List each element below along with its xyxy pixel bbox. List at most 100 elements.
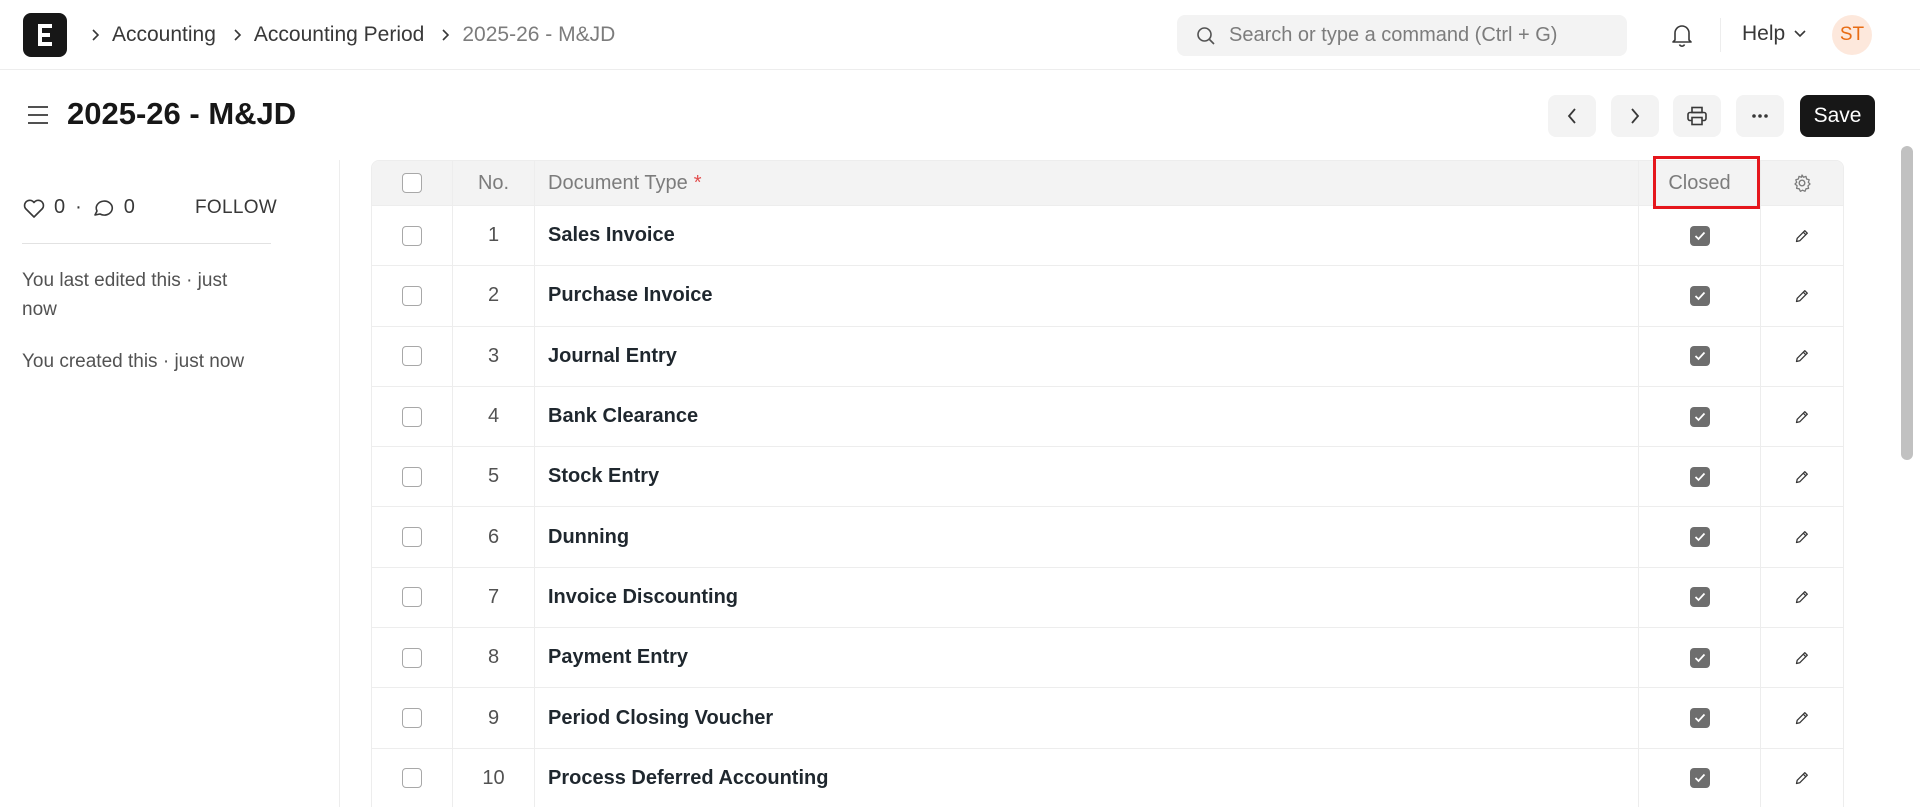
closed-checkbox[interactable] bbox=[1689, 406, 1710, 427]
closed-checkbox[interactable] bbox=[1689, 768, 1710, 789]
follow-button[interactable]: FOLLOW bbox=[195, 197, 277, 219]
scrollbar-thumb[interactable] bbox=[1901, 146, 1913, 460]
closed-checkbox[interactable] bbox=[1689, 466, 1710, 487]
more-actions-button[interactable] bbox=[1736, 95, 1784, 137]
heart-icon bbox=[23, 199, 45, 218]
edit-row-button[interactable] bbox=[1761, 266, 1843, 325]
search-input[interactable] bbox=[1229, 24, 1609, 47]
app-logo[interactable] bbox=[23, 13, 67, 57]
edit-row-button[interactable] bbox=[1761, 327, 1843, 386]
save-button[interactable]: Save bbox=[1800, 95, 1875, 137]
closed-cell bbox=[1639, 507, 1761, 567]
closed-checkbox[interactable] bbox=[1689, 285, 1710, 306]
document-type-cell[interactable]: Process Deferred Accounting bbox=[535, 748, 1639, 807]
edit-row-button[interactable] bbox=[1761, 749, 1843, 807]
sidebar-stats: 0 · 0 bbox=[22, 196, 135, 219]
search-bar[interactable] bbox=[1177, 15, 1627, 56]
closed-cell bbox=[1639, 447, 1761, 507]
help-label: Help bbox=[1742, 22, 1786, 45]
document-type-cell[interactable]: Stock Entry bbox=[535, 447, 1639, 507]
document-type-cell[interactable]: Period Closing Voucher bbox=[535, 688, 1639, 748]
closed-checkbox[interactable] bbox=[1689, 527, 1710, 548]
next-document-button[interactable] bbox=[1611, 95, 1659, 137]
closed-checkbox[interactable] bbox=[1689, 587, 1710, 608]
edit-row-button[interactable] bbox=[1761, 568, 1843, 627]
row-number: 7 bbox=[453, 567, 535, 628]
row-checkbox[interactable] bbox=[402, 647, 422, 668]
edit-row-button[interactable] bbox=[1761, 447, 1843, 506]
check-icon bbox=[1694, 713, 1705, 723]
edit-row-button[interactable] bbox=[1761, 628, 1843, 687]
row-number: 8 bbox=[453, 628, 535, 688]
previous-document-button[interactable] bbox=[1548, 95, 1596, 137]
closed-checkbox[interactable] bbox=[1689, 225, 1710, 246]
navbar-divider bbox=[1720, 18, 1721, 52]
row-checkbox[interactable] bbox=[402, 346, 422, 367]
table-row[interactable]: 1 Sales Invoice bbox=[372, 206, 1843, 267]
edit-row-button[interactable] bbox=[1761, 507, 1843, 566]
edit-row-button[interactable] bbox=[1761, 206, 1843, 265]
check-icon bbox=[1694, 774, 1705, 783]
select-all-checkbox[interactable] bbox=[402, 173, 422, 193]
header-closed: Closed bbox=[1639, 161, 1761, 205]
edit-row-button[interactable] bbox=[1761, 387, 1843, 446]
last-edited-text: You last edited this · just now bbox=[22, 270, 228, 320]
row-number: 10 bbox=[453, 748, 535, 807]
row-select-cell bbox=[372, 688, 453, 748]
closed-checkbox[interactable] bbox=[1689, 346, 1710, 367]
row-checkbox[interactable] bbox=[402, 466, 422, 487]
row-select-cell bbox=[372, 507, 453, 567]
help-dropdown[interactable]: Help bbox=[1742, 22, 1807, 46]
print-button[interactable] bbox=[1673, 95, 1721, 137]
row-checkbox[interactable] bbox=[402, 587, 422, 608]
comments-button[interactable]: 0 bbox=[92, 196, 135, 219]
table-row[interactable]: 2 Purchase Invoice bbox=[372, 266, 1843, 327]
document-type-cell[interactable]: Bank Clearance bbox=[535, 386, 1639, 447]
row-number: 5 bbox=[453, 447, 535, 507]
closed-cell bbox=[1639, 628, 1761, 688]
document-type-cell[interactable]: Payment Entry bbox=[535, 628, 1639, 688]
closed-cell bbox=[1639, 748, 1761, 807]
document-type-cell[interactable]: Purchase Invoice bbox=[535, 266, 1639, 326]
table-row[interactable]: 8 Payment Entry bbox=[372, 628, 1843, 689]
document-type-cell[interactable]: Sales Invoice bbox=[535, 206, 1639, 266]
breadcrumb-accounting[interactable]: Accounting bbox=[112, 23, 216, 47]
row-select-cell bbox=[372, 326, 453, 386]
table-row[interactable]: 7 Invoice Discounting bbox=[372, 567, 1843, 629]
sidebar-toggle-button[interactable] bbox=[26, 103, 50, 132]
document-type-cell[interactable]: Dunning bbox=[535, 507, 1639, 567]
row-checkbox[interactable] bbox=[402, 527, 422, 548]
page-scrollbar[interactable] bbox=[1898, 132, 1914, 807]
printer-icon bbox=[1687, 106, 1707, 126]
avatar[interactable]: ST bbox=[1832, 15, 1872, 55]
table-row[interactable]: 4 Bank Clearance bbox=[372, 386, 1843, 448]
breadcrumb-accounting-period[interactable]: Accounting Period bbox=[254, 23, 424, 47]
row-checkbox[interactable] bbox=[402, 768, 422, 789]
row-checkbox[interactable] bbox=[402, 406, 422, 427]
closed-checkbox[interactable] bbox=[1689, 708, 1710, 729]
document-type-cell[interactable]: Journal Entry bbox=[535, 326, 1639, 386]
chevron-right-icon bbox=[1631, 108, 1640, 124]
breadcrumb-current[interactable]: 2025-26 - M&JD bbox=[462, 23, 615, 47]
row-checkbox[interactable] bbox=[402, 708, 422, 729]
pencil-icon bbox=[1795, 350, 1808, 363]
table-row[interactable]: 10 Process Deferred Accounting bbox=[372, 748, 1843, 807]
pencil-icon bbox=[1795, 531, 1808, 544]
check-icon bbox=[1694, 412, 1705, 421]
sidebar-divider bbox=[22, 243, 271, 244]
column-settings-button[interactable] bbox=[1761, 161, 1843, 205]
closed-checkbox[interactable] bbox=[1689, 647, 1710, 668]
table-row[interactable]: 6 Dunning bbox=[372, 507, 1843, 568]
document-type-cell[interactable]: Invoice Discounting bbox=[535, 567, 1639, 628]
edit-row-button[interactable] bbox=[1761, 688, 1843, 747]
table-row[interactable]: 9 Period Closing Voucher bbox=[372, 688, 1843, 749]
notifications-button[interactable] bbox=[1670, 22, 1694, 53]
chevron-left-icon bbox=[1567, 108, 1576, 124]
likes-button[interactable]: 0 bbox=[22, 196, 65, 219]
row-checkbox[interactable] bbox=[402, 285, 422, 306]
row-checkbox[interactable] bbox=[402, 225, 422, 246]
likes-count: 0 bbox=[54, 196, 66, 218]
table-row[interactable]: 5 Stock Entry bbox=[372, 447, 1843, 508]
table-body: 1 Sales Invoice 2 Purchase Invoice 3 Jou… bbox=[372, 206, 1843, 807]
table-row[interactable]: 3 Journal Entry bbox=[372, 326, 1843, 387]
